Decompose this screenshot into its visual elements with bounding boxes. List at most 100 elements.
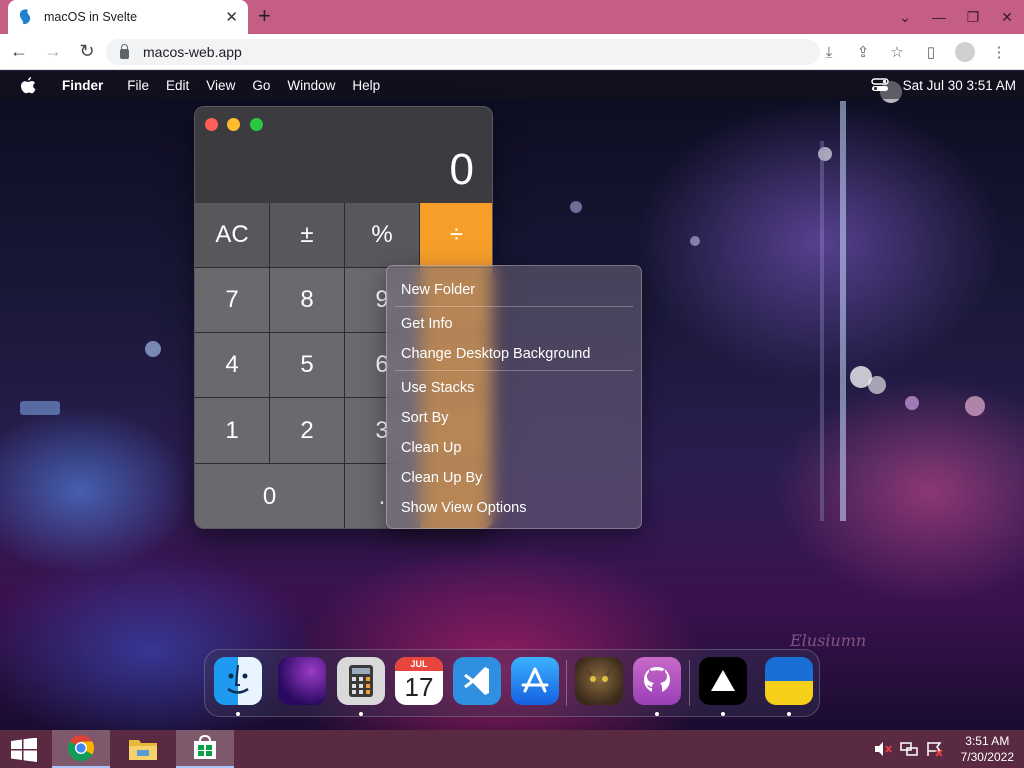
share-icon[interactable]: ⇪ (846, 43, 880, 61)
browser-tab-bar: macOS in Svelte ✕ + ⌄ — ❐ ✕ (0, 0, 1024, 34)
windows-taskbar: 3:51 AM 7/30/2022 (0, 730, 1024, 768)
running-indicator (236, 712, 240, 716)
taskbar-date: 7/30/2022 (960, 750, 1014, 764)
network-icon[interactable] (899, 741, 919, 757)
calendar-icon[interactable]: JUL 17 (395, 657, 443, 705)
vscode-icon[interactable] (453, 657, 501, 705)
street-lamp-pole (820, 141, 824, 521)
calculator-display: 0 (449, 145, 474, 194)
minimize-window-button[interactable] (227, 118, 240, 131)
key-7[interactable]: 7 (195, 268, 270, 333)
menu-item-sort-by[interactable]: Sort By (387, 403, 641, 433)
menubar-status-area: Sat Jul 30 3:51 AM (870, 71, 1016, 99)
apple-logo-icon[interactable] (20, 76, 36, 94)
calendar-month: JUL (395, 657, 443, 671)
wallpapers-icon[interactable] (278, 657, 326, 705)
action-center-flag-icon[interactable] (925, 741, 945, 757)
cat-photo-icon[interactable] (575, 657, 623, 705)
key-5[interactable]: 5 (270, 333, 345, 398)
menubar-go[interactable]: Go (252, 78, 270, 93)
windows-start-icon[interactable] (10, 738, 38, 762)
key-divide[interactable]: ÷ (420, 203, 492, 268)
zoom-window-button[interactable] (250, 118, 263, 131)
install-app-icon[interactable]: ⤓ (812, 44, 846, 61)
tab-close-icon[interactable]: ✕ (225, 8, 238, 26)
wallpaper-light (20, 401, 60, 415)
more-menu-icon[interactable]: ⋮ (982, 43, 1016, 61)
menu-item-new-folder[interactable]: New Folder (387, 275, 641, 305)
macos-desktop[interactable]: Finder File Edit View Go Window Help Sat… (0, 71, 1024, 730)
control-center-icon[interactable] (870, 78, 889, 92)
back-icon[interactable]: ← (4, 41, 34, 62)
github-icon[interactable] (633, 657, 681, 705)
taskbar-clock[interactable]: 3:51 AM 7/30/2022 (961, 733, 1014, 765)
street-lamp-pole (840, 101, 846, 521)
key-all-clear[interactable]: AC (195, 203, 270, 268)
menubar-help[interactable]: Help (352, 78, 380, 93)
wallpaper-light (868, 376, 886, 394)
minimize-icon[interactable]: — (922, 9, 956, 25)
running-indicator (359, 712, 363, 716)
desktop-context-menu: New Folder Get Info Change Desktop Backg… (386, 265, 642, 529)
address-bar[interactable]: macos-web.app (106, 39, 820, 65)
menubar-view[interactable]: View (206, 78, 235, 93)
taskbar-time: 3:51 AM (965, 734, 1010, 748)
dock-separator (689, 660, 690, 706)
menu-item-clean-up-by[interactable]: Clean Up By (387, 463, 641, 493)
app-store-icon[interactable] (511, 657, 559, 705)
side-panel-icon[interactable]: ▯ (914, 43, 948, 61)
macos-dock: JUL 17 (204, 649, 820, 717)
forward-icon[interactable]: → (38, 41, 68, 62)
svelte-favicon-icon (19, 9, 31, 25)
bookmark-star-icon[interactable]: ☆ (880, 43, 914, 61)
menu-item-clean-up[interactable]: Clean Up (387, 433, 641, 463)
menu-item-show-view-options[interactable]: Show View Options (387, 493, 641, 523)
key-8[interactable]: 8 (270, 268, 345, 333)
toolbar-icons: ⤓ ⇪ ☆ ▯ ⋮ (812, 34, 1016, 70)
system-tray: 3:51 AM 7/30/2022 (873, 730, 1014, 768)
running-indicator (721, 712, 725, 716)
menu-item-change-desktop-background[interactable]: Change Desktop Background (387, 339, 641, 369)
menubar-file[interactable]: File (127, 78, 149, 93)
key-plus-minus[interactable]: ± (270, 203, 345, 268)
key-1[interactable]: 1 (195, 398, 270, 464)
wallpaper-light (690, 236, 700, 246)
close-window-button[interactable] (205, 118, 218, 131)
new-tab-icon[interactable]: + (258, 4, 271, 28)
wallpaper-light (905, 396, 919, 410)
key-percent[interactable]: % (345, 203, 420, 268)
url-text: macos-web.app (143, 44, 242, 60)
wallpaper-light (145, 341, 161, 357)
running-indicator (655, 712, 659, 716)
menu-item-get-info[interactable]: Get Info (387, 309, 641, 339)
taskbar-chrome[interactable] (52, 730, 110, 768)
browser-tab[interactable]: macOS in Svelte ✕ (8, 0, 248, 34)
profile-avatar-icon[interactable] (955, 42, 975, 62)
menu-separator (395, 306, 633, 307)
menubar-clock[interactable]: Sat Jul 30 3:51 AM (903, 78, 1016, 93)
menubar-edit[interactable]: Edit (166, 78, 189, 93)
calendar-day: 17 (404, 672, 434, 702)
key-0[interactable]: 0 (195, 464, 345, 528)
vercel-icon[interactable] (699, 657, 747, 705)
close-icon[interactable]: ✕ (990, 9, 1024, 26)
key-4[interactable]: 4 (195, 333, 270, 398)
key-2[interactable]: 2 (270, 398, 345, 464)
taskbar-store[interactable] (176, 730, 234, 768)
menubar-window[interactable]: Window (287, 78, 335, 93)
lock-icon (120, 43, 129, 59)
volume-muted-icon[interactable] (873, 741, 893, 757)
restore-icon[interactable]: ❐ (956, 9, 990, 26)
menubar-app-name[interactable]: Finder (62, 78, 103, 93)
taskbar-file-explorer[interactable] (114, 730, 172, 768)
menu-item-use-stacks[interactable]: Use Stacks (387, 373, 641, 403)
chevron-down-icon[interactable]: ⌄ (888, 9, 922, 26)
ukraine-flag-icon[interactable] (765, 657, 813, 705)
browser-toolbar: ← → ↻ macos-web.app ⤓ ⇪ ☆ ▯ ⋮ (0, 34, 1024, 70)
running-indicator (787, 712, 791, 716)
reload-icon[interactable]: ↻ (72, 41, 102, 62)
calculator-icon[interactable] (337, 657, 385, 705)
finder-icon[interactable] (214, 657, 262, 705)
wallpaper-watermark: Elusiumn (790, 631, 867, 650)
wallpaper-light (570, 201, 582, 213)
